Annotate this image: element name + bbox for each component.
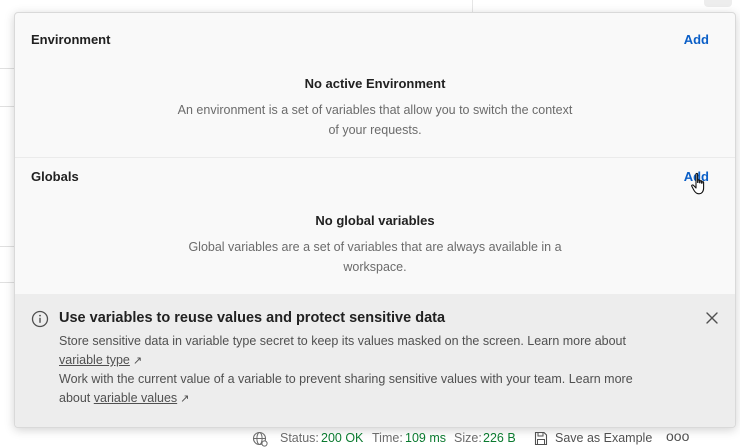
environment-empty-title: No active Environment xyxy=(304,76,446,91)
bg-divider xyxy=(0,246,14,247)
globals-section: Globals Add No global variables Global v… xyxy=(15,158,735,294)
environment-empty-desc: An environment is a set of variables tha… xyxy=(177,103,573,137)
globe-network-icon[interactable] xyxy=(252,431,268,447)
save-icon xyxy=(534,431,548,446)
size-label: Size: xyxy=(454,431,482,445)
external-link-icon: ↗ xyxy=(180,393,190,405)
environment-title: Environment xyxy=(31,32,111,47)
bg-divider xyxy=(0,68,14,69)
time-value[interactable]: 109 ms xyxy=(405,431,446,445)
variable-type-link[interactable]: variable type xyxy=(59,353,130,367)
banner-line2-text: Work with the current value of a variabl… xyxy=(59,372,633,386)
save-as-example-button[interactable]: Save as Example xyxy=(555,431,652,445)
banner-text-line1: Store sensitive data in variable type se… xyxy=(59,332,679,371)
globals-empty-title: No global variables xyxy=(315,213,435,228)
banner-line2-prefix: about xyxy=(59,391,91,405)
banner-line1-text: Store sensitive data in variable type se… xyxy=(59,334,626,348)
bg-divider xyxy=(0,282,14,283)
size-value[interactable]: 226 B xyxy=(483,431,516,445)
status-value[interactable]: 200 OK xyxy=(321,431,363,445)
variable-values-link[interactable]: variable values xyxy=(94,391,177,405)
bg-divider xyxy=(472,0,473,12)
globals-add-link[interactable]: Add xyxy=(684,169,709,184)
more-options-icon[interactable]: ooo xyxy=(666,428,689,444)
status-label: Status: xyxy=(280,431,319,445)
variables-info-banner: Use variables to reuse values and protec… xyxy=(15,294,735,427)
globals-title: Globals xyxy=(31,169,79,184)
bg-divider xyxy=(0,106,14,107)
close-icon[interactable] xyxy=(705,311,719,325)
globals-empty-desc: Global variables are a set of variables … xyxy=(188,240,562,274)
banner-title: Use variables to reuse values and protec… xyxy=(59,310,446,326)
variables-popover: Environment Add No active Environment An… xyxy=(14,12,736,428)
time-label: Time: xyxy=(372,431,403,445)
banner-text-line2: Work with the current value of a variabl… xyxy=(59,370,679,409)
environment-add-link[interactable]: Add xyxy=(684,32,709,47)
bg-toolbar-button xyxy=(704,0,732,7)
info-icon xyxy=(31,310,49,328)
response-status-bar: Status: 200 OK Time: 109 ms Size: 226 B … xyxy=(0,428,740,447)
external-link-icon: ↗ xyxy=(132,355,143,367)
environment-section: Environment Add No active Environment An… xyxy=(15,13,735,157)
